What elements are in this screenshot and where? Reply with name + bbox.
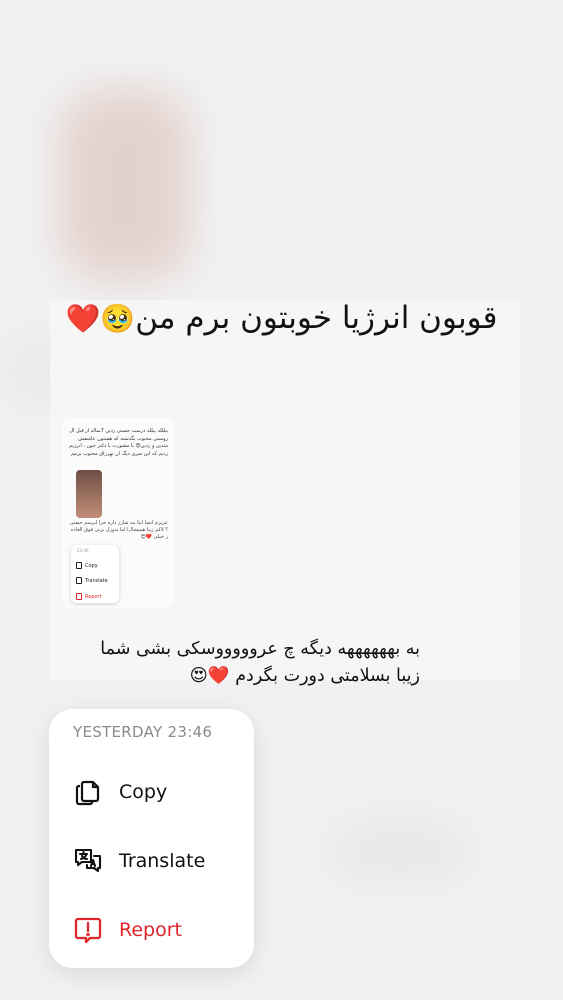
report-icon: [73, 915, 103, 945]
report-button[interactable]: Report: [73, 915, 182, 945]
thumbnail-menu-time: 23:46: [77, 548, 89, 553]
copy-button[interactable]: Copy: [73, 777, 167, 807]
thumbnail-menu-translate: Translate: [76, 577, 108, 584]
caption-emojis: 🥹❤️: [65, 302, 136, 335]
blurred-background-shape: [330, 820, 470, 880]
thumbnail-context-menu: 23:46 Copy Translate Report: [71, 545, 119, 603]
caption-text: قوبون انرژیا خوبتون برم من: [135, 300, 498, 336]
report-icon: [76, 593, 82, 600]
comment-line-2: زیبا بسلامتی دورت بگردم: [235, 666, 420, 686]
message-context-menu: YESTERDAY 23:46 Copy Translate Report: [49, 709, 254, 968]
copy-label: Copy: [119, 781, 168, 803]
shared-post-thumbnail[interactable]: بیللله ییلله درست حسنی زدین 7ساله از قبل…: [62, 418, 174, 608]
comment-emojis: ❤️😍: [189, 666, 230, 686]
thumbnail-menu-copy: Copy: [76, 562, 98, 569]
story-caption: قوبون انرژیا خوبتون برم من🥹❤️: [0, 300, 563, 336]
thumbnail-reply-text: عزیزم انشا ایتا بنه شارژ داره جرا ابرسم …: [69, 520, 168, 540]
thumbnail-post-text: بیللله ییلله درست حسنی زدین 7ساله از قبل…: [69, 428, 168, 457]
translate-label: Translate: [119, 850, 206, 872]
message-timestamp: YESTERDAY 23:46: [73, 723, 213, 741]
thumbnail-photo: [76, 470, 102, 518]
comment-line-2-wrap: زیبا بسلامتی دورت بگردم ❤️😍: [60, 663, 420, 690]
translate-button[interactable]: Translate: [73, 846, 205, 876]
comment-line-1: به بههههههه دیگه چ عروووووسکی بشی شما: [100, 639, 420, 659]
translate-icon: [76, 577, 82, 584]
thumbnail-menu-report: Report: [76, 593, 102, 600]
selected-comment[interactable]: به بههههههه دیگه چ عروووووسکی بشی شما زی…: [60, 636, 420, 690]
thumbnail-menu-translate-label: Translate: [85, 577, 108, 584]
translate-icon: [73, 846, 103, 876]
copy-icon: [76, 562, 82, 569]
blurred-background-image: [60, 90, 190, 280]
thumbnail-menu-report-label: Report: [85, 593, 102, 600]
copy-icon: [73, 777, 103, 807]
report-label: Report: [119, 919, 182, 941]
thumbnail-menu-copy-label: Copy: [85, 562, 98, 569]
